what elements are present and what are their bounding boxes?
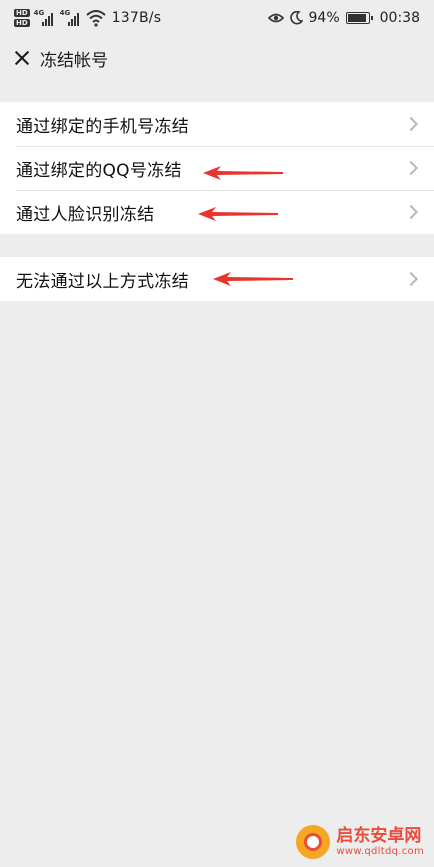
list-item-label: 通过绑定的手机号冻结 [16, 116, 189, 137]
watermark-text: 启东安卓网 www.qdltdq.com [336, 827, 424, 857]
network-speed: 137B/s [111, 10, 162, 26]
page-title: 冻结帐号 [40, 50, 108, 71]
close-icon[interactable] [0, 36, 44, 80]
status-right: 94% 00:38 [267, 6, 420, 30]
watermark: 启东安卓网 www.qdltdq.com [296, 825, 424, 859]
moon-icon [289, 11, 303, 25]
clock: 00:38 [379, 10, 420, 26]
watermark-logo-icon [296, 825, 331, 859]
watermark-name: 启东安卓网 [336, 826, 422, 847]
battery-fill [347, 14, 367, 22]
chevron-right-icon [403, 271, 419, 287]
chevron-right-icon [403, 204, 419, 220]
annotation-arrow-icon [213, 272, 293, 286]
nav-bar: 冻结帐号 [0, 36, 434, 80]
cellular-signal-icon: 4G [34, 9, 56, 27]
chevron-right-icon [403, 160, 419, 176]
battery-percent: 94% [308, 10, 340, 26]
freeze-by-phone-item[interactable]: 通过绑定的手机号冻结 [0, 102, 434, 146]
network-type-label: 4G [59, 9, 71, 17]
cellular-signal-icon: 4G [60, 9, 82, 27]
list-item-label: 通过绑定的QQ号冻结 [16, 160, 182, 181]
annotation-arrow-icon [203, 166, 283, 180]
network-type-label: 4G [33, 9, 45, 17]
wifi-icon [86, 10, 106, 27]
eye-comfort-icon [267, 13, 284, 23]
status-left: HD HD 4G 4G 137B/s [14, 6, 161, 30]
list-item-label: 通过人脸识别冻结 [16, 204, 155, 225]
battery-icon [345, 12, 373, 24]
hd-badge-icon: HD [14, 9, 30, 17]
status-bar: HD HD 4G 4G 137B/s 94% 00:38 [0, 0, 434, 36]
chevron-right-icon [403, 116, 419, 132]
list-item-label: 无法通过以上方式冻结 [16, 271, 189, 292]
hd-badge-icon: HD [14, 19, 30, 27]
watermark-url: www.qdltdq.com [336, 845, 424, 857]
annotation-arrow-icon [198, 207, 278, 221]
hd-badges: HD HD [14, 9, 30, 27]
